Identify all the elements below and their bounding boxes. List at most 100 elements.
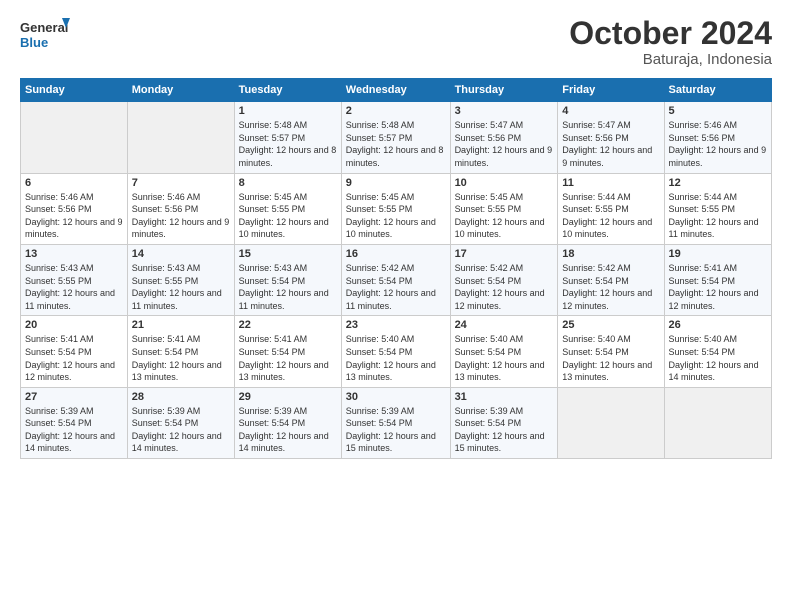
svg-text:Blue: Blue [20, 35, 48, 50]
logo: General Blue [20, 16, 70, 54]
day-number: 21 [132, 319, 230, 331]
day-number: 5 [669, 105, 767, 117]
day-number: 15 [239, 248, 337, 260]
month-title: October 2024 [569, 16, 772, 51]
calendar-cell: 24 Sunrise: 5:40 AMSunset: 5:54 PMDaylig… [450, 316, 558, 387]
day-number: 23 [346, 319, 446, 331]
header: General Blue October 2024 Baturaja, Indo… [20, 16, 772, 68]
day-info: Sunrise: 5:41 AMSunset: 5:54 PMDaylight:… [132, 333, 230, 383]
calendar-cell: 30 Sunrise: 5:39 AMSunset: 5:54 PMDaylig… [341, 387, 450, 458]
day-number: 2 [346, 105, 446, 117]
calendar-week-1: 1 Sunrise: 5:48 AMSunset: 5:57 PMDayligh… [21, 102, 772, 173]
day-info: Sunrise: 5:39 AMSunset: 5:54 PMDaylight:… [455, 405, 554, 455]
day-number: 28 [132, 391, 230, 403]
day-number: 10 [455, 177, 554, 189]
day-info: Sunrise: 5:46 AMSunset: 5:56 PMDaylight:… [25, 191, 123, 241]
day-info: Sunrise: 5:40 AMSunset: 5:54 PMDaylight:… [562, 333, 659, 383]
day-info: Sunrise: 5:39 AMSunset: 5:54 PMDaylight:… [25, 405, 123, 455]
header-monday: Monday [127, 79, 234, 102]
day-info: Sunrise: 5:44 AMSunset: 5:55 PMDaylight:… [562, 191, 659, 241]
calendar-cell: 6 Sunrise: 5:46 AMSunset: 5:56 PMDayligh… [21, 173, 128, 244]
day-info: Sunrise: 5:42 AMSunset: 5:54 PMDaylight:… [346, 262, 446, 312]
calendar-cell [21, 102, 128, 173]
calendar-cell: 21 Sunrise: 5:41 AMSunset: 5:54 PMDaylig… [127, 316, 234, 387]
day-info: Sunrise: 5:39 AMSunset: 5:54 PMDaylight:… [239, 405, 337, 455]
calendar-cell [127, 102, 234, 173]
calendar-cell [558, 387, 664, 458]
day-info: Sunrise: 5:47 AMSunset: 5:56 PMDaylight:… [455, 119, 554, 169]
calendar-cell: 1 Sunrise: 5:48 AMSunset: 5:57 PMDayligh… [234, 102, 341, 173]
calendar-week-3: 13 Sunrise: 5:43 AMSunset: 5:55 PMDaylig… [21, 244, 772, 315]
day-number: 16 [346, 248, 446, 260]
day-info: Sunrise: 5:43 AMSunset: 5:54 PMDaylight:… [239, 262, 337, 312]
calendar-table: Sunday Monday Tuesday Wednesday Thursday… [20, 78, 772, 459]
day-number: 17 [455, 248, 554, 260]
day-info: Sunrise: 5:48 AMSunset: 5:57 PMDaylight:… [346, 119, 446, 169]
header-wednesday: Wednesday [341, 79, 450, 102]
calendar-cell: 20 Sunrise: 5:41 AMSunset: 5:54 PMDaylig… [21, 316, 128, 387]
header-friday: Friday [558, 79, 664, 102]
calendar-cell: 26 Sunrise: 5:40 AMSunset: 5:54 PMDaylig… [664, 316, 771, 387]
day-number: 13 [25, 248, 123, 260]
calendar-cell: 12 Sunrise: 5:44 AMSunset: 5:55 PMDaylig… [664, 173, 771, 244]
day-info: Sunrise: 5:43 AMSunset: 5:55 PMDaylight:… [132, 262, 230, 312]
calendar-cell: 8 Sunrise: 5:45 AMSunset: 5:55 PMDayligh… [234, 173, 341, 244]
day-info: Sunrise: 5:39 AMSunset: 5:54 PMDaylight:… [346, 405, 446, 455]
calendar-cell: 5 Sunrise: 5:46 AMSunset: 5:56 PMDayligh… [664, 102, 771, 173]
day-number: 19 [669, 248, 767, 260]
header-thursday: Thursday [450, 79, 558, 102]
calendar-cell: 4 Sunrise: 5:47 AMSunset: 5:56 PMDayligh… [558, 102, 664, 173]
calendar-week-5: 27 Sunrise: 5:39 AMSunset: 5:54 PMDaylig… [21, 387, 772, 458]
calendar-cell: 16 Sunrise: 5:42 AMSunset: 5:54 PMDaylig… [341, 244, 450, 315]
day-number: 25 [562, 319, 659, 331]
calendar-cell: 9 Sunrise: 5:45 AMSunset: 5:55 PMDayligh… [341, 173, 450, 244]
day-info: Sunrise: 5:48 AMSunset: 5:57 PMDaylight:… [239, 119, 337, 169]
day-number: 30 [346, 391, 446, 403]
day-number: 14 [132, 248, 230, 260]
day-number: 18 [562, 248, 659, 260]
day-info: Sunrise: 5:46 AMSunset: 5:56 PMDaylight:… [669, 119, 767, 169]
svg-text:General: General [20, 20, 68, 35]
calendar-cell: 3 Sunrise: 5:47 AMSunset: 5:56 PMDayligh… [450, 102, 558, 173]
calendar-cell: 28 Sunrise: 5:39 AMSunset: 5:54 PMDaylig… [127, 387, 234, 458]
calendar-cell: 11 Sunrise: 5:44 AMSunset: 5:55 PMDaylig… [558, 173, 664, 244]
day-number: 12 [669, 177, 767, 189]
calendar-cell: 27 Sunrise: 5:39 AMSunset: 5:54 PMDaylig… [21, 387, 128, 458]
day-number: 24 [455, 319, 554, 331]
day-info: Sunrise: 5:39 AMSunset: 5:54 PMDaylight:… [132, 405, 230, 455]
day-info: Sunrise: 5:44 AMSunset: 5:55 PMDaylight:… [669, 191, 767, 241]
day-info: Sunrise: 5:45 AMSunset: 5:55 PMDaylight:… [239, 191, 337, 241]
calendar-week-2: 6 Sunrise: 5:46 AMSunset: 5:56 PMDayligh… [21, 173, 772, 244]
day-info: Sunrise: 5:41 AMSunset: 5:54 PMDaylight:… [239, 333, 337, 383]
header-tuesday: Tuesday [234, 79, 341, 102]
calendar-cell: 2 Sunrise: 5:48 AMSunset: 5:57 PMDayligh… [341, 102, 450, 173]
header-saturday: Saturday [664, 79, 771, 102]
calendar-header-row: Sunday Monday Tuesday Wednesday Thursday… [21, 79, 772, 102]
calendar-cell: 18 Sunrise: 5:42 AMSunset: 5:54 PMDaylig… [558, 244, 664, 315]
location: Baturaja, Indonesia [569, 51, 772, 68]
day-number: 6 [25, 177, 123, 189]
calendar-cell: 10 Sunrise: 5:45 AMSunset: 5:55 PMDaylig… [450, 173, 558, 244]
day-info: Sunrise: 5:42 AMSunset: 5:54 PMDaylight:… [562, 262, 659, 312]
day-number: 8 [239, 177, 337, 189]
header-sunday: Sunday [21, 79, 128, 102]
day-number: 20 [25, 319, 123, 331]
day-number: 22 [239, 319, 337, 331]
day-number: 11 [562, 177, 659, 189]
day-number: 29 [239, 391, 337, 403]
day-info: Sunrise: 5:47 AMSunset: 5:56 PMDaylight:… [562, 119, 659, 169]
day-number: 31 [455, 391, 554, 403]
page: General Blue October 2024 Baturaja, Indo… [0, 0, 792, 612]
calendar-cell: 29 Sunrise: 5:39 AMSunset: 5:54 PMDaylig… [234, 387, 341, 458]
day-number: 4 [562, 105, 659, 117]
calendar-cell: 23 Sunrise: 5:40 AMSunset: 5:54 PMDaylig… [341, 316, 450, 387]
logo-svg: General Blue [20, 16, 70, 54]
day-info: Sunrise: 5:41 AMSunset: 5:54 PMDaylight:… [25, 333, 123, 383]
day-number: 1 [239, 105, 337, 117]
calendar-cell [664, 387, 771, 458]
day-info: Sunrise: 5:40 AMSunset: 5:54 PMDaylight:… [346, 333, 446, 383]
title-block: October 2024 Baturaja, Indonesia [569, 16, 772, 68]
day-info: Sunrise: 5:43 AMSunset: 5:55 PMDaylight:… [25, 262, 123, 312]
day-number: 9 [346, 177, 446, 189]
calendar-cell: 14 Sunrise: 5:43 AMSunset: 5:55 PMDaylig… [127, 244, 234, 315]
